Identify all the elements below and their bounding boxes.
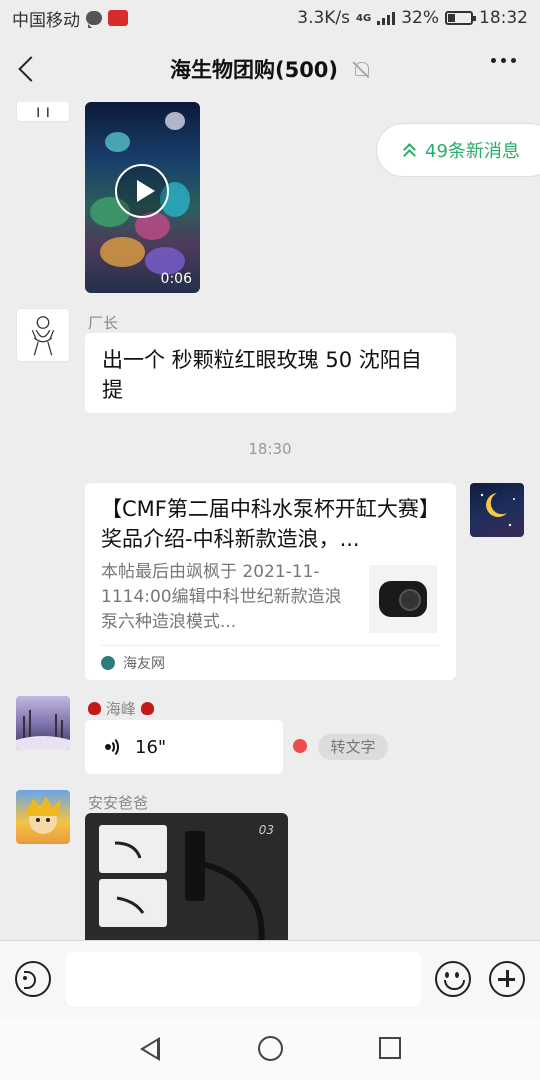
- avatar[interactable]: [16, 308, 70, 362]
- more-actions-button[interactable]: [489, 961, 525, 997]
- sender-name: 海峰: [88, 698, 154, 719]
- new-messages-button[interactable]: 49条新消息: [376, 123, 540, 177]
- source-name: 海友网: [123, 656, 165, 672]
- sender-name: 厂长: [88, 314, 119, 332]
- clock: 18:32: [479, 8, 528, 28]
- more-dot-icon: [491, 58, 496, 63]
- network-type: 4G: [356, 12, 372, 24]
- image-overlay-text: 03: [258, 823, 274, 837]
- avatar[interactable]: [16, 696, 70, 750]
- divider: [101, 645, 440, 646]
- avatar[interactable]: [16, 790, 70, 844]
- transcribe-button[interactable]: 转文字: [318, 734, 388, 760]
- link-title: 【CMF第二届中科水泵杯开缸大赛】奖品介绍-中科新款造浪，...: [101, 497, 440, 551]
- status-right: 3.3K/s 4G 32% 18:32: [297, 8, 528, 28]
- voice-input-toggle-button[interactable]: [15, 961, 51, 997]
- link-source: 海友网: [101, 649, 165, 677]
- system-recents-button[interactable]: [379, 1037, 401, 1059]
- huawei-app-icon: [108, 10, 128, 26]
- double-chevron-up-icon: [403, 142, 415, 158]
- more-options-button[interactable]: [491, 58, 516, 63]
- signal-icon: [377, 11, 396, 25]
- wave-pump-image: [379, 581, 427, 617]
- more-dot-icon: [501, 58, 506, 63]
- message-input[interactable]: [66, 952, 421, 1006]
- message-text: 出一个 秒颗粒红眼玫瑰 50 沈阳自提: [102, 348, 422, 402]
- rose-icon: [140, 702, 154, 715]
- chat-title: 海生物团购(500): [169, 58, 339, 82]
- link-thumbnail: [369, 565, 437, 633]
- voice-message-bubble[interactable]: 16": [85, 720, 283, 774]
- voice-wave-icon: [105, 736, 125, 758]
- chat-header: 海生物团购(500): [0, 36, 540, 102]
- status-bar: 中国移动 3.3K/s 4G 32% 18:32: [0, 0, 540, 36]
- battery-percent: 32%: [401, 8, 439, 28]
- link-description: 本帖最后由飒枫于 2021-11-1114:00编辑中科世纪新款造浪泵六种造浪模…: [101, 562, 342, 632]
- unread-dot: [293, 739, 307, 753]
- mute-bell-icon: [352, 60, 370, 78]
- message-input-bar: [0, 940, 540, 1018]
- avatar[interactable]: [16, 102, 70, 122]
- rose-icon: [88, 702, 101, 715]
- play-icon[interactable]: [115, 164, 169, 218]
- message-notification-icon: [86, 11, 102, 28]
- status-left: 中国移动: [12, 6, 128, 31]
- sender-name: 安安爸爸: [88, 794, 149, 812]
- new-messages-label: 49条新消息: [425, 141, 520, 162]
- more-dot-icon: [511, 58, 516, 63]
- image-message[interactable]: 03: [85, 813, 288, 940]
- network-speed: 3.3K/s: [297, 8, 351, 28]
- avatar[interactable]: [470, 483, 524, 537]
- source-logo-icon: [101, 656, 115, 670]
- link-card-message[interactable]: 【CMF第二届中科水泵杯开缸大赛】奖品介绍-中科新款造浪，... 本帖最后由飒枫…: [85, 483, 456, 680]
- sender-name-text: 海峰: [105, 700, 136, 718]
- video-duration: 0:06: [160, 271, 192, 287]
- voice-duration: 16": [135, 736, 167, 758]
- system-home-button[interactable]: [258, 1036, 283, 1061]
- battery-icon: [445, 11, 476, 25]
- carrier-label: 中国移动: [12, 10, 80, 31]
- system-back-button[interactable]: [138, 1036, 164, 1062]
- chat-message-list[interactable]: 0:06 49条新消息 厂长 出一个 秒颗粒红眼玫瑰 50 沈阳自提 18:30…: [0, 102, 540, 940]
- video-message[interactable]: 0:06: [85, 102, 200, 293]
- back-button[interactable]: [12, 53, 42, 85]
- system-navigation-bar: [0, 1018, 540, 1080]
- text-message-bubble[interactable]: 出一个 秒颗粒红眼玫瑰 50 沈阳自提: [85, 333, 456, 413]
- timestamp: 18:30: [248, 440, 292, 458]
- emoji-button[interactable]: [435, 961, 471, 997]
